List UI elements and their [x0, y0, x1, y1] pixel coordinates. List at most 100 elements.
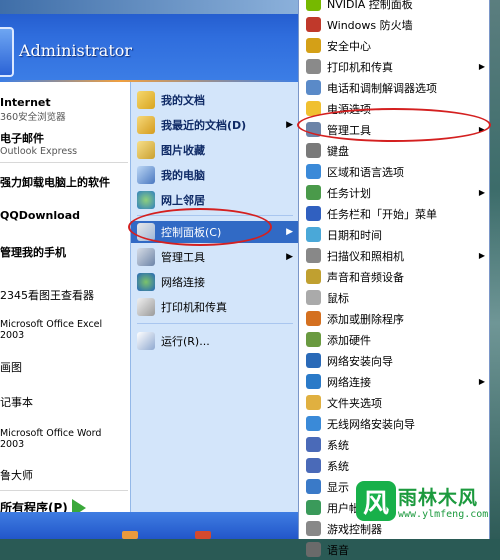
- control-panel-item[interactable]: 系统: [299, 455, 489, 476]
- menu-admin-tools[interactable]: 管理工具 ▶: [131, 246, 299, 268]
- menu-label: 图片收藏: [161, 144, 205, 157]
- admin-tools-icon: [137, 248, 155, 266]
- control-panel-item[interactable]: 声音和音频设备: [299, 266, 489, 287]
- control-panel-item[interactable]: 网络连接 ▶: [299, 371, 489, 392]
- control-panel-item-label: Windows 防火墙: [327, 18, 413, 32]
- recent-program-label: 画图: [0, 361, 22, 374]
- control-panel-item[interactable]: 系统: [299, 434, 489, 455]
- recent-program[interactable]: 管理我的手机: [0, 244, 130, 260]
- control-panel-item-icon: [306, 290, 321, 305]
- control-panel-item-label: 显示: [327, 480, 349, 494]
- right-pane-separator: [137, 215, 293, 216]
- control-panel-item-label: 日期和时间: [327, 228, 382, 242]
- control-panel-item-label: 扫描仪和照相机: [327, 249, 404, 263]
- recent-program[interactable]: Microsoft Office Word 2003: [0, 428, 128, 450]
- recent-program[interactable]: 记事本: [0, 394, 130, 410]
- submenu-arrow-icon: ▶: [286, 227, 293, 237]
- control-panel-item-icon: [306, 38, 321, 53]
- shutdown-icon[interactable]: [195, 531, 211, 539]
- control-panel-item[interactable]: 电源选项: [299, 98, 489, 119]
- logoff-icon[interactable]: [122, 531, 138, 539]
- menu-recent-documents[interactable]: 我最近的文档(D) ▶: [131, 114, 299, 136]
- menu-my-documents[interactable]: 我的文档: [131, 89, 299, 111]
- recent-program[interactable]: 强力卸载电脑上的软件: [0, 174, 130, 190]
- menu-network-connections[interactable]: 网络连接: [131, 271, 299, 293]
- control-panel-icon: [137, 223, 155, 241]
- menu-label: 运行(R)...: [161, 335, 210, 348]
- recent-program-label: QQDownload: [0, 209, 81, 222]
- submenu-arrow-icon: ▶: [478, 188, 485, 197]
- submenu-arrow-icon: ▶: [478, 125, 485, 134]
- control-panel-item[interactable]: 区域和语言选项: [299, 161, 489, 182]
- pinned-email-subtitle: Outlook Express: [0, 146, 78, 157]
- control-panel-item-label: 鼠标: [327, 291, 349, 305]
- control-panel-item[interactable]: NVIDIA 控制面板: [299, 0, 489, 14]
- recent-program-label: 记事本: [0, 396, 33, 409]
- menu-control-panel[interactable]: 控制面板(C) ▶: [131, 221, 299, 243]
- control-panel-item[interactable]: 键盘: [299, 140, 489, 161]
- run-icon: [137, 332, 155, 350]
- control-panel-item[interactable]: 管理工具 ▶: [299, 119, 489, 140]
- control-panel-item-icon: [306, 80, 321, 95]
- control-panel-item[interactable]: 游戏控制器: [299, 518, 489, 539]
- control-panel-item-label: 任务计划: [327, 186, 371, 200]
- control-panel-item-icon: [306, 311, 321, 326]
- recent-program-label: 强力卸载电脑上的软件: [0, 176, 110, 189]
- control-panel-item[interactable]: 安全中心: [299, 35, 489, 56]
- control-panel-item[interactable]: 扫描仪和照相机 ▶: [299, 245, 489, 266]
- recent-program[interactable]: 画图: [0, 359, 130, 375]
- control-panel-item-label: 网络连接: [327, 375, 371, 389]
- control-panel-item[interactable]: 电话和调制解调器选项: [299, 77, 489, 98]
- pinned-internet-subtitle: 360安全浏览器: [0, 112, 66, 123]
- network-connections-icon: [137, 273, 155, 291]
- control-panel-item-icon: [306, 59, 321, 74]
- menu-my-computer[interactable]: 我的电脑: [131, 164, 299, 186]
- control-panel-item[interactable]: 鼠标: [299, 287, 489, 308]
- control-panel-item[interactable]: 网络安装向导: [299, 350, 489, 371]
- control-panel-item-label: 网络安装向导: [327, 354, 393, 368]
- control-panel-item-label: 安全中心: [327, 39, 371, 53]
- pinned-internet[interactable]: Internet 360安全浏览器: [0, 96, 130, 123]
- control-panel-item-icon: [306, 227, 321, 242]
- control-panel-item[interactable]: 无线网络安装向导: [299, 413, 489, 434]
- control-panel-item-label: 管理工具: [327, 123, 371, 137]
- control-panel-item[interactable]: 文件夹选项: [299, 392, 489, 413]
- printers-icon: [137, 298, 155, 316]
- menu-network-places[interactable]: 网上邻居: [131, 189, 299, 211]
- control-panel-item-label: 区域和语言选项: [327, 165, 404, 179]
- recent-program[interactable]: 鲁大师: [0, 467, 130, 483]
- menu-my-pictures[interactable]: 图片收藏: [131, 139, 299, 161]
- control-panel-item-label: 无线网络安装向导: [327, 417, 415, 431]
- control-panel-item-icon: [306, 101, 321, 116]
- recent-program[interactable]: 2345看图王查看器: [0, 287, 130, 303]
- control-panel-item[interactable]: 添加或删除程序: [299, 308, 489, 329]
- control-panel-item[interactable]: 语音: [299, 539, 489, 560]
- my-computer-icon: [137, 166, 155, 184]
- menu-label: 网络连接: [161, 276, 205, 289]
- user-avatar[interactable]: [0, 27, 14, 77]
- recent-program[interactable]: Microsoft Office Excel 2003: [0, 319, 128, 341]
- submenu-arrow-icon: ▶: [478, 377, 485, 386]
- start-menu-left-pane: Internet 360安全浏览器 电子邮件 Outlook Express 强…: [0, 82, 130, 512]
- all-programs-separator: [0, 490, 128, 491]
- control-panel-item[interactable]: 任务栏和「开始」菜单: [299, 203, 489, 224]
- control-panel-item-label: 添加或删除程序: [327, 312, 404, 326]
- control-panel-item[interactable]: 任务计划 ▶: [299, 182, 489, 203]
- control-panel-item[interactable]: 打印机和传真 ▶: [299, 56, 489, 77]
- control-panel-item-icon: [306, 374, 321, 389]
- recent-program-label: Microsoft Office Word 2003: [0, 428, 102, 450]
- control-panel-item-icon: [306, 500, 321, 515]
- control-panel-item[interactable]: Windows 防火墙: [299, 14, 489, 35]
- pinned-email[interactable]: 电子邮件 Outlook Express: [0, 130, 130, 157]
- control-panel-item-label: 语音: [327, 543, 349, 557]
- menu-label: 网上邻居: [161, 194, 205, 207]
- recent-program[interactable]: QQDownload: [0, 209, 130, 222]
- control-panel-item-icon: [306, 542, 321, 557]
- watermark-name: 雨林木风: [398, 487, 479, 509]
- control-panel-item[interactable]: 添加硬件: [299, 329, 489, 350]
- control-panel-item[interactable]: 日期和时间: [299, 224, 489, 245]
- start-menu-right-pane: 我的文档 我最近的文档(D) ▶ 图片收藏 我的电脑 网上邻居 控制面板(C) …: [130, 82, 299, 512]
- menu-printers-faxes[interactable]: 打印机和传真: [131, 296, 299, 318]
- control-panel-item-icon: [306, 395, 321, 410]
- menu-run[interactable]: 运行(R)...: [131, 330, 299, 352]
